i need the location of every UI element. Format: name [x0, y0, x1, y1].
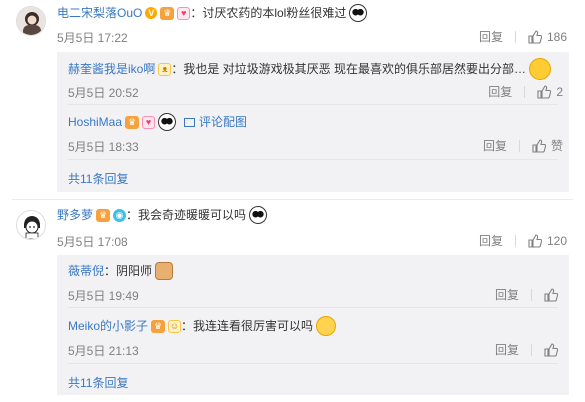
thumbs-up-icon	[528, 29, 542, 44]
reply-button[interactable]: 回复	[495, 341, 519, 358]
reply-actions: 回复	[495, 286, 563, 303]
username[interactable]: Meiko的小影子	[68, 317, 148, 335]
image-link-text: 评论配图	[199, 115, 248, 129]
comment-header: 电二宋梨落OuO V ♛ ♥ ：讨厌农药的本lol粉丝很难过	[57, 4, 368, 22]
divider	[524, 85, 526, 98]
divider	[518, 139, 520, 152]
username[interactable]: HoshiMaa	[68, 113, 122, 131]
divider	[531, 343, 532, 356]
avatar[interactable]	[16, 6, 46, 36]
vip-icon: ♛	[125, 115, 140, 129]
thinking-emoji-icon	[529, 58, 552, 80]
panda-emoji-icon	[158, 113, 177, 131]
panda-emoji-icon	[349, 4, 368, 22]
comment-actions: 回复 120	[479, 232, 567, 249]
pray-emoji-icon	[316, 316, 337, 336]
heart-badge-icon: ♥	[142, 115, 156, 129]
like-button[interactable]: 2	[537, 85, 563, 99]
avatar[interactable]	[16, 210, 46, 240]
username[interactable]: 薇蒂倪	[68, 262, 104, 280]
cat-badge-icon: ᴥ	[158, 62, 172, 76]
like-count: 赞	[550, 139, 563, 153]
reply-time: 5月5日 18:33	[68, 140, 139, 154]
comment-time: 5月5日 17:22	[57, 31, 128, 45]
like-button[interactable]	[544, 342, 563, 357]
reply-time: 5月5日 20:52	[68, 86, 139, 100]
thumbs-up-icon	[537, 84, 552, 99]
vip-icon: ♛	[160, 6, 175, 20]
divider	[514, 234, 516, 247]
like-button[interactable]: 120	[528, 234, 567, 248]
divider	[68, 159, 558, 160]
reply-actions: 回复 2	[488, 83, 563, 100]
username[interactable]: 野多萝	[57, 206, 93, 224]
doge-emoji-icon	[155, 262, 174, 280]
like-count: 2	[556, 84, 563, 99]
comment-text: ：我会奇迹暖暖可以吗	[126, 208, 247, 222]
reply-button[interactable]: 回复	[479, 232, 503, 249]
verified-icon: V	[145, 7, 158, 19]
reply-header: 薇蒂倪 ：阴阳师	[68, 262, 174, 280]
username[interactable]: 赫奎酱我是iko啊	[68, 60, 155, 78]
like-button[interactable]: 赞	[532, 137, 563, 154]
like-button[interactable]	[544, 287, 563, 302]
reply-button[interactable]: 回复	[483, 137, 507, 154]
more-replies-link[interactable]: 共11条回复	[68, 374, 128, 391]
divider	[531, 288, 532, 301]
thumbs-up-icon	[544, 342, 558, 357]
panda-emoji-icon	[249, 206, 268, 224]
username[interactable]: 电二宋梨落OuO	[57, 4, 142, 22]
reply-time: 5月5日 19:49	[68, 289, 139, 303]
reply-text: ：我连连看很厉害可以吗	[181, 319, 314, 333]
comment-header: 野多萝 ♛ ◉ ：我会奇迹暖暖可以吗	[57, 206, 268, 224]
thumbs-up-icon	[528, 233, 542, 248]
reply-button[interactable]: 回复	[479, 28, 503, 45]
comment-time: 5月5日 17:08	[57, 235, 128, 249]
divider	[68, 307, 558, 308]
divider	[514, 30, 516, 43]
thumbs-up-icon	[532, 138, 546, 153]
divider	[68, 104, 558, 105]
reply-text: ：我也是 对垃圾游戏极其厌恶 现在最喜欢的俱乐部居然要出分部…	[171, 62, 527, 76]
vip-icon: ♛	[151, 319, 166, 333]
reply-actions: 回复	[495, 341, 563, 358]
comment-image-link[interactable]: 评论配图	[184, 113, 247, 131]
more-replies-link[interactable]: 共11条回复	[68, 170, 128, 187]
comment-actions: 回复 186	[479, 28, 567, 45]
camera-badge-icon: ◉	[113, 208, 127, 222]
like-count: 120	[546, 233, 567, 248]
smile-badge-icon: ☺	[168, 319, 182, 333]
comment-text: ：讨厌农药的本lol粉丝很难过	[190, 6, 347, 20]
reply-button[interactable]: 回复	[495, 286, 519, 303]
comment-divider	[12, 199, 573, 200]
divider	[68, 363, 558, 364]
reply-header: HoshiMaa ♛ ♥ 评论配图	[68, 113, 247, 131]
like-button[interactable]: 186	[528, 30, 567, 44]
reply-text: ：阴阳师	[104, 264, 153, 278]
heart-badge-icon: ♥	[177, 6, 191, 20]
vip-icon: ♛	[96, 208, 111, 222]
reply-actions: 回复 赞	[483, 137, 563, 154]
like-count: 186	[546, 29, 567, 44]
reply-header: 赫奎酱我是iko啊 ᴥ ：我也是 对垃圾游戏极其厌恶 现在最喜欢的俱乐部居然要出…	[68, 58, 552, 80]
reply-header: Meiko的小影子 ♛ ☺ ：我连连看很厉害可以吗	[68, 316, 337, 336]
image-icon	[184, 117, 196, 127]
thumbs-up-icon	[544, 287, 558, 302]
reply-time: 5月5日 21:13	[68, 344, 139, 358]
reply-button[interactable]: 回复	[488, 83, 512, 100]
